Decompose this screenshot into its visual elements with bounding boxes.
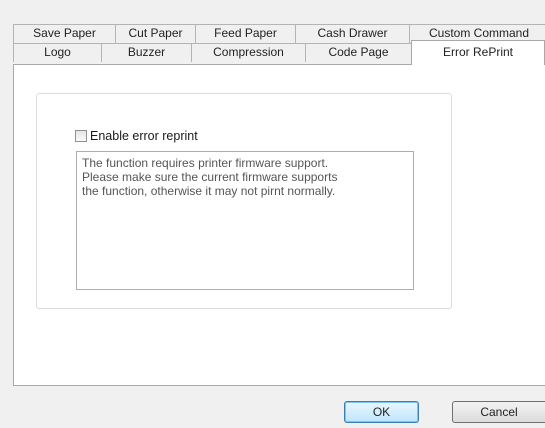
notice-line: Please make sure the current firmware su…: [82, 170, 338, 184]
enable-error-reprint-label[interactable]: Enable error reprint: [90, 129, 198, 143]
tab-cash-drawer[interactable]: Cash Drawer: [295, 24, 410, 43]
settings-group-box: Enable error reprint The function requir…: [36, 93, 452, 309]
tab-code-page[interactable]: Code Page: [305, 43, 412, 62]
tab-logo[interactable]: Logo: [13, 43, 102, 62]
enable-error-reprint-row[interactable]: Enable error reprint: [75, 128, 198, 144]
tab-error-reprint[interactable]: Error RePrint: [411, 40, 545, 65]
cancel-button[interactable]: Cancel: [452, 401, 545, 423]
enable-error-reprint-checkbox[interactable]: [75, 130, 87, 142]
tab-feed-paper[interactable]: Feed Paper: [195, 24, 296, 43]
ok-button[interactable]: OK: [344, 401, 419, 423]
tab-buzzer[interactable]: Buzzer: [101, 43, 192, 62]
tab-panel-error-reprint: Enable error reprint The function requir…: [13, 64, 545, 386]
tab-save-paper[interactable]: Save Paper: [13, 24, 116, 43]
tab-compression[interactable]: Compression: [191, 43, 306, 62]
tab-cut-paper[interactable]: Cut Paper: [115, 24, 196, 43]
notice-line: The function requires printer firmware s…: [82, 156, 329, 170]
notice-line: the function, otherwise it may not pirnt…: [82, 184, 336, 198]
firmware-notice-textbox: The function requires printer firmware s…: [76, 151, 414, 290]
